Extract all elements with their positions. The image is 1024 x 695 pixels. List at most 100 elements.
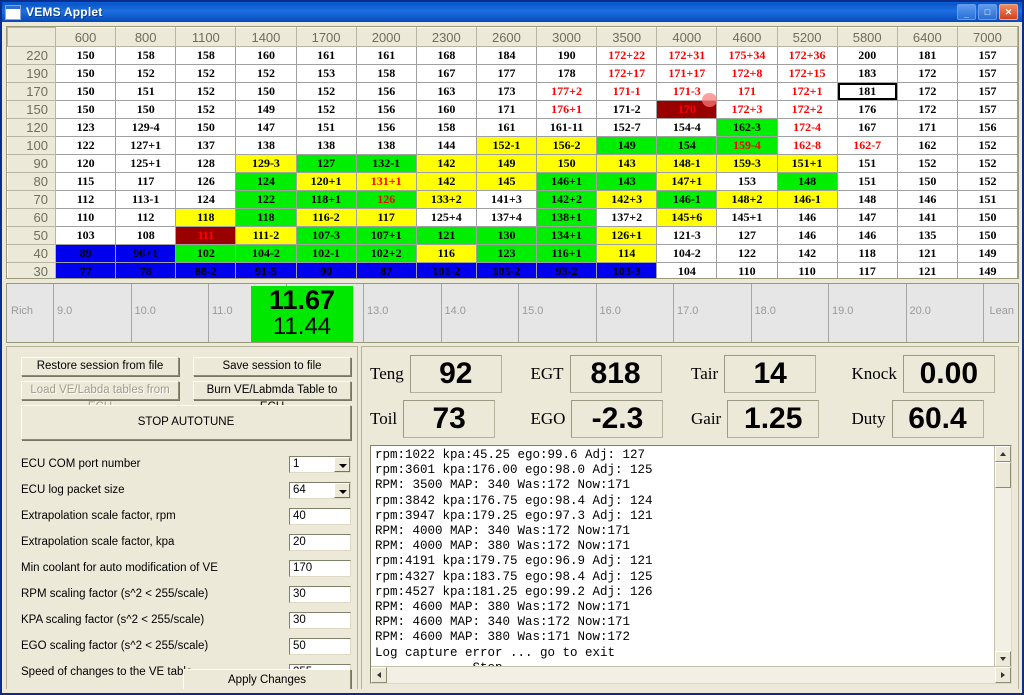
ve-row-header-30[interactable]: 30 <box>7 262 56 278</box>
ve-cell[interactable]: 146 <box>776 208 838 227</box>
ve-cell[interactable]: 156-2 <box>535 136 598 155</box>
scroll-left-button[interactable] <box>371 667 387 683</box>
ve-row-header-70[interactable]: 70 <box>7 190 56 209</box>
ve-column-header-4000[interactable]: 4000 <box>656 27 718 47</box>
ve-cell[interactable]: 152 <box>175 100 237 119</box>
ve-cell[interactable]: 146-1 <box>776 190 838 209</box>
ve-cell[interactable]: 103 <box>54 226 117 245</box>
minimize-button[interactable]: _ <box>957 4 976 20</box>
ve-cell[interactable]: 156 <box>956 118 1018 137</box>
ve-row-header-170[interactable]: 170 <box>7 82 56 101</box>
ve-cell[interactable]: 178 <box>535 64 598 83</box>
ve-cell[interactable]: 153 <box>716 172 778 191</box>
ve-cell[interactable]: 148 <box>836 190 898 209</box>
ve-cell[interactable]: 156 <box>355 118 417 137</box>
ve-cell[interactable]: 162-7 <box>836 136 898 155</box>
ve-cell[interactable]: 107+1 <box>355 226 417 245</box>
ve-cell[interactable]: 184 <box>475 46 538 65</box>
ve-column-header-4600[interactable]: 4600 <box>716 27 778 47</box>
ve-cell[interactable]: 138 <box>355 136 417 155</box>
ve-cell[interactable]: 138+1 <box>535 208 598 227</box>
ve-cell[interactable]: 122 <box>716 244 778 263</box>
ve-cell[interactable]: 148 <box>776 172 838 191</box>
ve-table-row[interactable]: 60 110 112 118 118 116-2 117 125+4 137+4 138+1 137… <box>7 208 1018 227</box>
ve-cell[interactable]: 127 <box>716 226 778 245</box>
ve-cell[interactable]: 151 <box>115 82 177 101</box>
ve-row-header-50[interactable]: 50 <box>7 226 56 245</box>
ve-table-row[interactable]: 100 122 127+1 137 138 138 138 144 152-1 156-2 149 1… <box>7 136 1018 155</box>
ve-cell[interactable]: 153 <box>295 64 357 83</box>
ve-cell[interactable]: 125+4 <box>415 208 477 227</box>
ve-cell[interactable]: 142+3 <box>596 190 658 209</box>
ve-row-header-90[interactable]: 90 <box>7 154 56 173</box>
ve-cell[interactable]: 172+1 <box>776 82 838 101</box>
ve-cell[interactable]: 162-3 <box>716 118 778 137</box>
ve-cell[interactable]: 152 <box>896 154 958 173</box>
ve-column-header-6400[interactable]: 6400 <box>896 27 958 47</box>
ve-cell[interactable]: 112 <box>54 190 117 209</box>
ve-cell[interactable]: 149 <box>235 100 297 119</box>
ve-cell[interactable]: 146 <box>836 226 898 245</box>
ve-cell[interactable]: 177+2 <box>535 82 598 101</box>
ve-row-header-120[interactable]: 120 <box>7 118 56 137</box>
ve-cell[interactable]: 138 <box>295 136 357 155</box>
ve-cell[interactable]: 88-2 <box>175 262 237 278</box>
ve-cell[interactable]: 125+1 <box>115 154 177 173</box>
ve-cell[interactable]: 91-5 <box>235 262 297 278</box>
burn-ve-table-button[interactable]: Burn VE/Labmda Table to ECU <box>193 381 351 413</box>
ve-cell[interactable]: 149 <box>956 244 1018 263</box>
ve-cell[interactable]: 142 <box>415 172 477 191</box>
ve-cell[interactable]: 150 <box>956 226 1018 245</box>
ve-cell[interactable]: 150 <box>54 46 117 65</box>
ve-cell[interactable]: 161 <box>355 46 417 65</box>
ve-cell[interactable]: 123 <box>54 118 117 137</box>
ve-cell[interactable]: 126 <box>355 190 417 209</box>
ve-cell[interactable]: 89 <box>54 244 117 263</box>
ve-cell[interactable]: 121-3 <box>656 226 718 245</box>
ve-cell[interactable]: 172+3 <box>716 100 778 119</box>
setting-text-input[interactable]: 50 <box>289 637 351 655</box>
ve-cell[interactable]: 157 <box>956 64 1018 83</box>
ve-table-body[interactable]: 220 150 158 158 160 161 161 168 184 190 172+22 172+… <box>7 46 1018 278</box>
ve-cell[interactable]: 124 <box>235 172 297 191</box>
ve-cell[interactable]: 132-1 <box>355 154 417 173</box>
ve-cell[interactable]: 104-2 <box>235 244 297 263</box>
apply-changes-button[interactable]: Apply Changes <box>183 669 351 691</box>
ve-cell[interactable]: 168 <box>415 46 477 65</box>
ve-cell[interactable]: 171 <box>475 100 538 119</box>
ve-table-container[interactable]: 600 800 1100 1400 1700 2000 2300 2600 3000 3500 40… <box>6 26 1019 279</box>
ve-cell[interactable]: 152 <box>956 172 1018 191</box>
ve-cell[interactable]: 157 <box>956 82 1018 101</box>
ve-cell[interactable]: 152-7 <box>596 118 658 137</box>
ve-cell[interactable]: 158 <box>175 46 237 65</box>
ve-cell[interactable]: 129-3 <box>235 154 297 173</box>
save-session-button[interactable]: Save session to file <box>193 357 351 376</box>
ve-row-header-150[interactable]: 150 <box>7 100 56 119</box>
ve-column-header-1400[interactable]: 1400 <box>235 27 297 47</box>
ve-cell[interactable]: 151+1 <box>776 154 838 173</box>
ve-cell[interactable]: 159-3 <box>716 154 778 173</box>
ve-cell[interactable]: 150 <box>54 100 117 119</box>
ve-cell[interactable]: 118 <box>836 244 898 263</box>
ve-cell[interactable]: 157 <box>956 100 1018 119</box>
ve-table-row[interactable]: 80 115 117 126 124 120+1 131+1 142 145 146+1 143 14… <box>7 172 1018 191</box>
ve-cell[interactable]: 171 <box>896 118 958 137</box>
ve-cell[interactable]: 103-3 <box>596 262 658 278</box>
ve-cell[interactable]: 176 <box>836 100 898 119</box>
ve-cell[interactable]: 113-1 <box>115 190 177 209</box>
ve-cell[interactable]: 150 <box>896 172 958 191</box>
ve-cell[interactable]: 121 <box>415 226 477 245</box>
ve-cell[interactable]: 151 <box>956 190 1018 209</box>
log-output-box[interactable]: rpm:1022 kpa:45.25 ego:99.6 Adj: 127 rpm… <box>370 445 1012 684</box>
ve-cell[interactable]: 147 <box>235 118 297 137</box>
ve-table-row[interactable]: 150 150 150 152 149 152 156 160 171 176+1 171-2 170… <box>7 100 1018 119</box>
ve-cell[interactable]: 163 <box>415 82 477 101</box>
ve-cell[interactable]: 145+1 <box>716 208 778 227</box>
ve-cell[interactable]: 162-8 <box>776 136 838 155</box>
vertical-scroll-thumb[interactable] <box>995 462 1011 488</box>
ve-cell[interactable]: 167 <box>415 64 477 83</box>
ve-cell[interactable]: 102-1 <box>295 244 357 263</box>
ve-cell[interactable]: 146-1 <box>656 190 718 209</box>
ve-cell[interactable]: 150 <box>235 82 297 101</box>
ve-cell[interactable]: 171+17 <box>656 64 718 83</box>
